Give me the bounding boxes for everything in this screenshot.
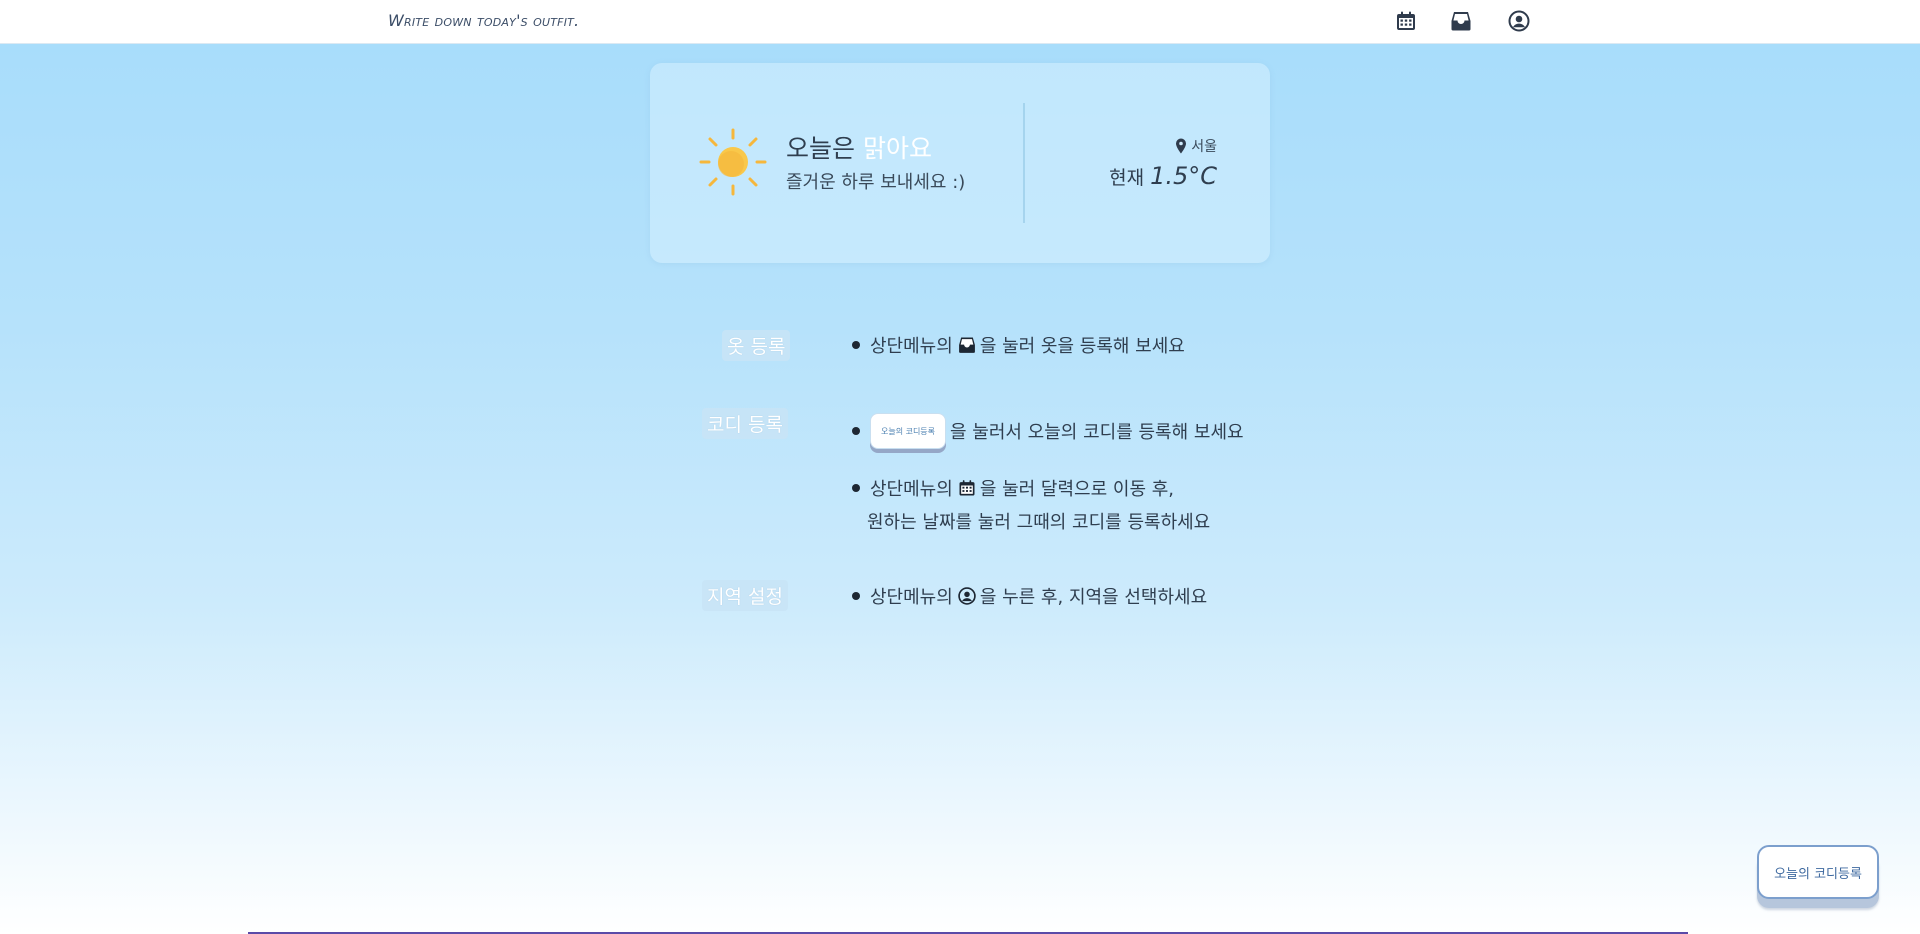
bullet (852, 592, 860, 600)
card-divider (1023, 103, 1025, 223)
mini-outfit-button[interactable]: 오늘의 코디등록 (870, 413, 946, 449)
brand-title[interactable]: Write down today's outfit. (388, 11, 579, 30)
guide-text: 을 누른 후, 지역을 선택하세요 (979, 587, 1208, 608)
section-label-clothes: 옷 등록 (722, 330, 791, 361)
weather-condition: 맑아요 (862, 134, 932, 163)
user-circle-icon (957, 586, 977, 606)
register-outfit-button[interactable]: 오늘의 코디등록 (1757, 845, 1879, 899)
section-label-outfit: 코디 등록 (702, 408, 788, 439)
guide-text: 을 눌러 옷을 등록해 보세요 (979, 336, 1185, 357)
closet-icon[interactable] (1449, 9, 1473, 33)
guide-outfit-line-2: 상단메뉴의 을 눌러 달력으로 이동 후, (852, 475, 1174, 501)
weather-title-prefix: 오늘은 (786, 134, 863, 163)
temperature-value: 1.5°C (1150, 162, 1217, 190)
current-temperature: 현재 1.5°C (1109, 162, 1217, 190)
top-navbar: Write down today's outfit. (0, 0, 1920, 44)
bullet (852, 427, 860, 435)
location-pin-icon (1174, 138, 1188, 154)
weather-card: 오늘은 맑아요 즐거운 하루 보내세요 :) 서울 현재 1.5°C (650, 63, 1270, 263)
location-display: 서울 (1174, 136, 1217, 156)
guide-text: 을 눌러 달력으로 이동 후, (979, 479, 1175, 500)
guide-text: 상단메뉴의 (870, 587, 953, 608)
weather-title: 오늘은 맑아요 (786, 129, 932, 165)
calendar-icon[interactable] (1394, 9, 1418, 33)
weather-subtitle: 즐거운 하루 보내세요 :) (786, 172, 966, 193)
guide-text: 을 눌러서 오늘의 코디를 등록해 보세요 (950, 422, 1244, 443)
guide-region-line: 상단메뉴의 을 누른 후, 지역을 선택하세요 (852, 583, 1207, 609)
calendar-icon (957, 478, 977, 498)
closet-icon (957, 335, 977, 355)
bullet (852, 341, 860, 349)
guide-text: 상단메뉴의 (870, 336, 953, 357)
guide-clothes-line: 상단메뉴의 을 눌러 옷을 등록해 보세요 (852, 332, 1185, 358)
section-label-region: 지역 설정 (702, 580, 788, 611)
current-label: 현재 (1109, 167, 1145, 189)
guide-text: 상단메뉴의 (870, 479, 953, 500)
bullet (852, 484, 860, 492)
user-circle-icon[interactable] (1507, 9, 1531, 33)
guide-outfit-line-1: 오늘의 코디등록 을 눌러서 오늘의 코디를 등록해 보세요 (852, 413, 1244, 449)
sun-icon (698, 127, 768, 197)
guide-outfit-line-3: 원하는 날짜를 눌러 그때의 코디를 등록하세요 (867, 512, 1211, 533)
location-name: 서울 (1191, 139, 1217, 155)
